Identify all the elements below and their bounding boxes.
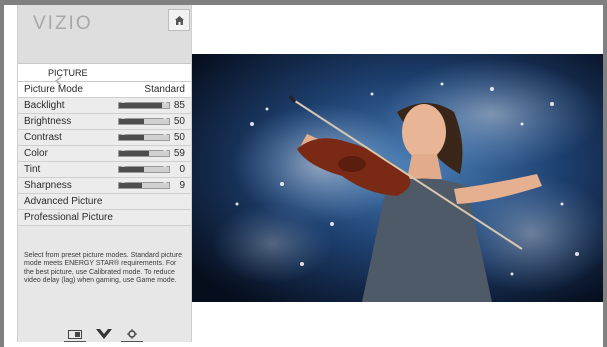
minus-icon: − bbox=[121, 164, 126, 171]
minus-icon: − bbox=[121, 116, 126, 123]
help-text: Select from preset picture modes. Standa… bbox=[24, 252, 182, 285]
slider-track[interactable]: − + bbox=[118, 132, 170, 141]
slider-row[interactable]: Color − +59 bbox=[18, 146, 191, 162]
slider-row[interactable]: Contrast − +50 bbox=[18, 130, 191, 146]
slider-label: Tint bbox=[24, 164, 41, 175]
picture-mode-label: Picture Mode bbox=[24, 84, 83, 95]
slider-value: 85 bbox=[173, 100, 185, 111]
slider-row[interactable]: Tint − +0 bbox=[18, 162, 191, 178]
menu-footer bbox=[18, 325, 191, 343]
slider-value: 59 bbox=[173, 148, 185, 159]
input-button[interactable] bbox=[64, 327, 86, 342]
home-icon bbox=[174, 15, 184, 25]
advanced-picture-item[interactable]: Advanced Picture bbox=[18, 194, 191, 210]
home-button[interactable] bbox=[168, 9, 190, 31]
slider-label: Contrast bbox=[24, 132, 62, 143]
menu-header: VIZIO bbox=[18, 5, 191, 64]
slider-value: 9 bbox=[179, 180, 185, 191]
professional-picture-label: Professional Picture bbox=[24, 212, 113, 223]
plus-icon: + bbox=[162, 148, 167, 155]
vizio-v-button[interactable] bbox=[93, 327, 115, 341]
picture-menu-panel: VIZIO PICTURE Picture Mode Standard Back… bbox=[17, 5, 192, 342]
slider-label: Brightness bbox=[24, 116, 72, 127]
frame-right bbox=[603, 0, 607, 347]
plus-icon: + bbox=[162, 132, 167, 139]
tv-picture bbox=[192, 54, 603, 302]
vizio-logo: VIZIO bbox=[33, 13, 93, 34]
minus-icon: − bbox=[121, 132, 126, 139]
minus-icon: − bbox=[121, 148, 126, 155]
plus-icon: + bbox=[162, 116, 167, 123]
slider-fill bbox=[119, 103, 162, 108]
slider-track[interactable]: − + bbox=[118, 180, 170, 189]
slider-label: Backlight bbox=[24, 100, 65, 111]
plus-icon: + bbox=[162, 100, 167, 107]
slider-track[interactable]: − + bbox=[118, 148, 170, 157]
picture-mode-value: Standard bbox=[144, 84, 185, 95]
minus-icon: − bbox=[121, 180, 126, 187]
violinist-image bbox=[192, 54, 603, 302]
slider-track[interactable]: − + bbox=[118, 164, 170, 173]
slider-track[interactable]: − + bbox=[118, 116, 170, 125]
minus-icon: − bbox=[121, 100, 126, 107]
advanced-picture-label: Advanced Picture bbox=[24, 196, 103, 207]
slider-value: 50 bbox=[173, 132, 185, 143]
slider-row[interactable]: Brightness − +50 bbox=[18, 114, 191, 130]
frame-left bbox=[0, 0, 4, 347]
slider-value: 50 bbox=[173, 116, 185, 127]
professional-picture-item[interactable]: Professional Picture bbox=[18, 210, 191, 226]
menu-section-title: PICTURE bbox=[18, 64, 191, 82]
vizio-v-icon bbox=[96, 329, 112, 339]
slider-label: Sharpness bbox=[24, 180, 72, 191]
gear-icon bbox=[127, 329, 137, 339]
plus-icon: + bbox=[162, 164, 167, 171]
slider-value: 0 bbox=[179, 164, 185, 175]
settings-button[interactable] bbox=[121, 327, 143, 342]
section-title-label: PICTURE bbox=[48, 68, 88, 78]
input-icon bbox=[68, 329, 82, 339]
plus-icon: + bbox=[162, 180, 167, 187]
slider-label: Color bbox=[24, 148, 48, 159]
slider-row[interactable]: Sharpness − +9 bbox=[18, 178, 191, 194]
slider-row[interactable]: Backlight − +85 bbox=[18, 98, 191, 114]
slider-track[interactable]: − + bbox=[118, 100, 170, 109]
picture-mode-row[interactable]: Picture Mode Standard bbox=[18, 76, 191, 98]
